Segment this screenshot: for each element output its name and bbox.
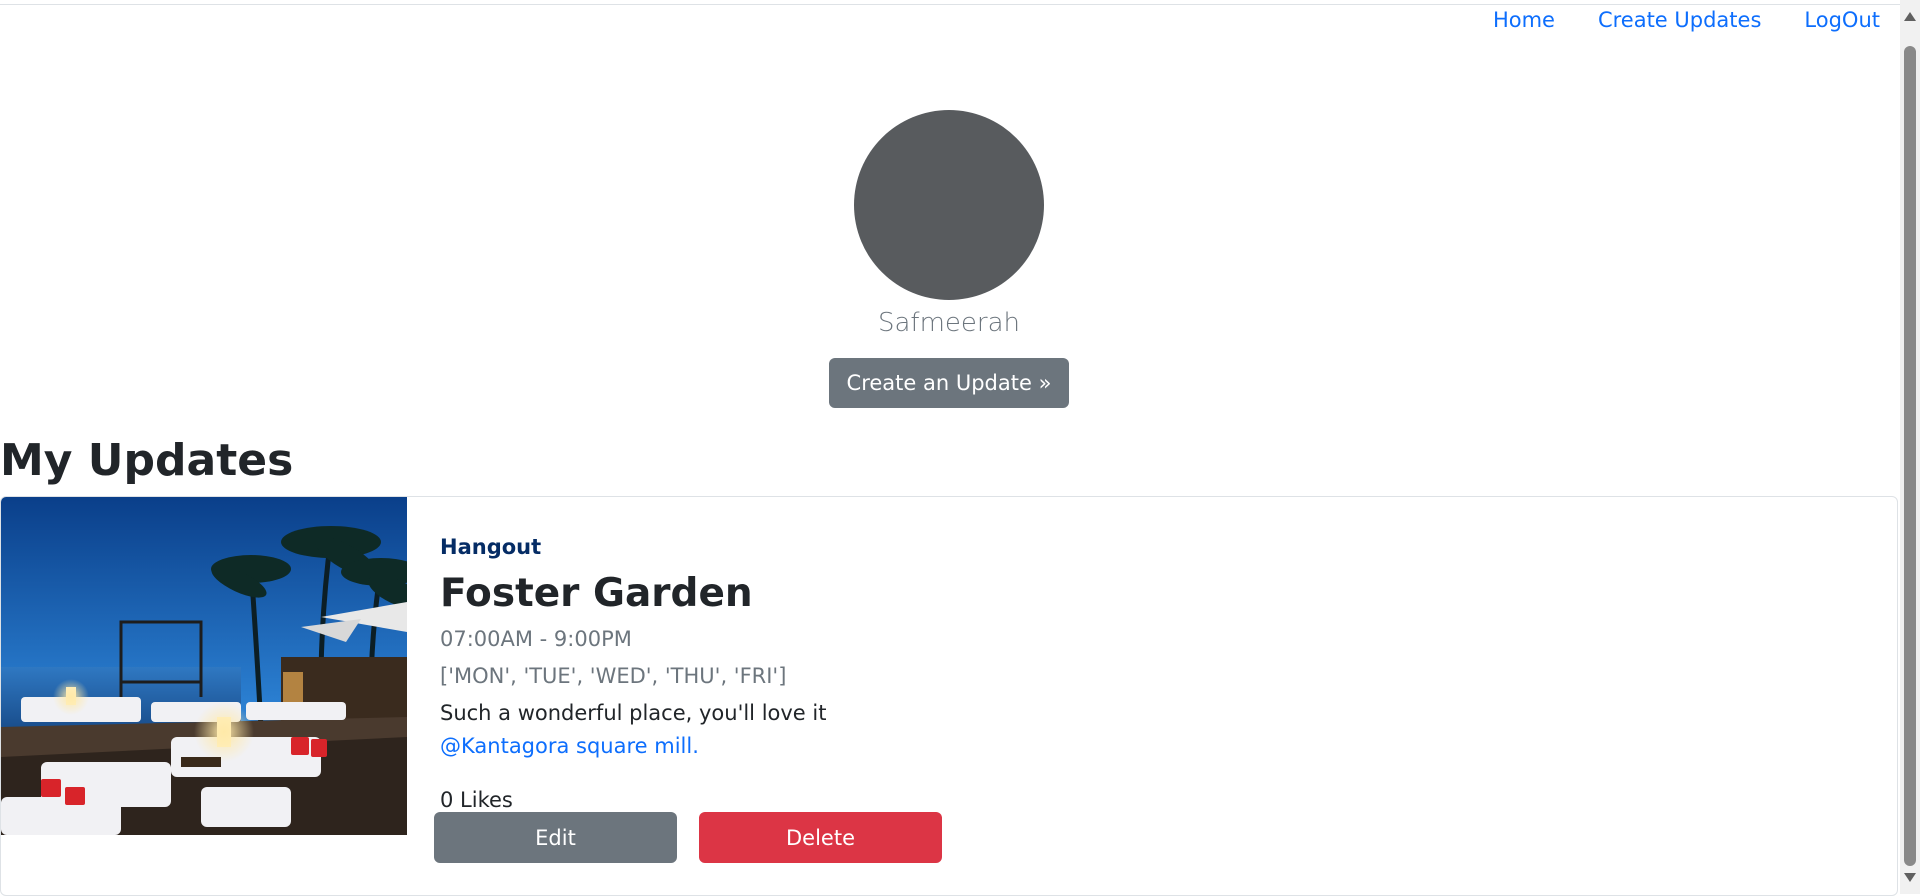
update-card: Hangout Foster Garden 07:00AM - 9:00PM [… [0, 496, 1898, 896]
update-likes: 0 Likes [440, 788, 513, 812]
update-description: Such a wonderful place, you'll love it [440, 701, 827, 725]
scroll-down-arrow-icon[interactable] [1904, 873, 1916, 882]
nav-create-updates-link[interactable]: Create Updates [1598, 6, 1761, 34]
top-nav: Home Create Updates LogOut [1493, 6, 1880, 34]
create-update-button[interactable]: Create an Update » [828, 358, 1070, 408]
update-days: ['MON', 'TUE', 'WED', 'THU', 'FRI'] [440, 664, 787, 688]
profile-section: Safmeerah Create an Update » [0, 110, 1898, 408]
edit-button[interactable]: Edit [434, 812, 677, 863]
delete-button[interactable]: Delete [699, 812, 942, 863]
update-image [1, 497, 407, 835]
page-title: My Updates [0, 435, 294, 486]
update-category: Hangout [440, 535, 542, 559]
update-title: Foster Garden [440, 571, 753, 616]
nav-logout-link[interactable]: LogOut [1804, 6, 1880, 34]
update-hours: 07:00AM - 9:00PM [440, 627, 632, 651]
top-border [0, 0, 1900, 5]
avatar [854, 110, 1044, 300]
vertical-scrollbar[interactable] [1900, 0, 1920, 894]
scrollbar-thumb[interactable] [1904, 46, 1916, 866]
scroll-up-arrow-icon[interactable] [1904, 12, 1916, 21]
username: Safmeerah [877, 308, 1020, 338]
update-location-link[interactable]: @Kantagora square mill. [440, 732, 826, 760]
update-card-body: Hangout Foster Garden 07:00AM - 9:00PM [… [440, 533, 826, 814]
nav-home-link[interactable]: Home [1493, 6, 1555, 34]
